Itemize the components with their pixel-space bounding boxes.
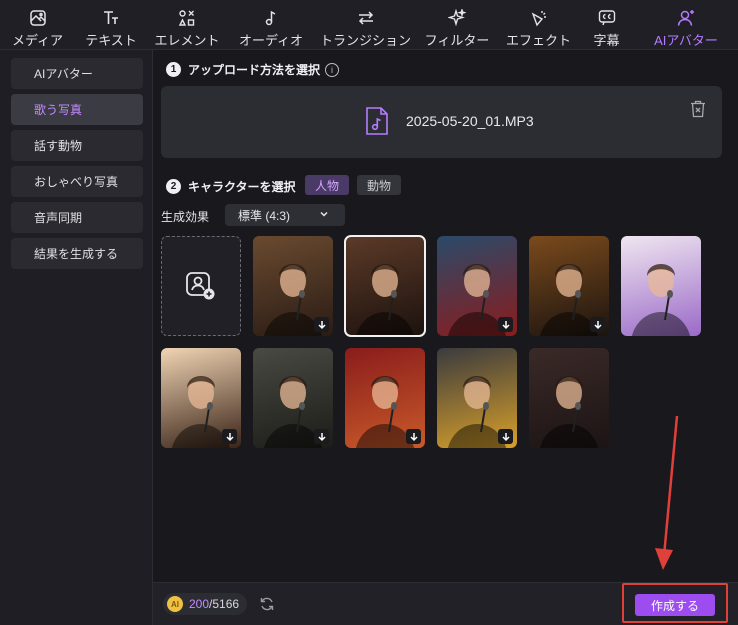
refresh-icon[interactable] bbox=[259, 596, 275, 612]
media-icon bbox=[27, 8, 49, 28]
sidebar-item-talking-photo[interactable]: おしゃべり写真 bbox=[11, 166, 143, 197]
trash-icon[interactable] bbox=[690, 100, 706, 118]
text-icon bbox=[100, 8, 122, 28]
file-name: 2025-05-20_01.MP3 bbox=[406, 113, 534, 129]
add-person-icon bbox=[186, 272, 215, 300]
tool-text[interactable]: テキスト bbox=[75, 0, 147, 50]
download-icon[interactable] bbox=[222, 429, 237, 444]
tab-person[interactable]: 人物 bbox=[305, 175, 350, 195]
singer-portrait bbox=[631, 264, 691, 336]
upload-step-title: アップロード方法を選択 bbox=[188, 63, 321, 77]
coin-icon: AI bbox=[167, 596, 183, 612]
upload-step-heading: 1 アップロード方法を選択 i bbox=[166, 61, 340, 78]
character-step-heading: 2 キャラクターを選択 bbox=[166, 178, 296, 195]
element-icon bbox=[176, 8, 198, 28]
step-number: 1 bbox=[166, 62, 181, 77]
audio-file-icon bbox=[366, 107, 388, 135]
character-step-title: キャラクターを選択 bbox=[188, 180, 296, 194]
download-icon[interactable] bbox=[498, 317, 513, 332]
character-tile-anime-girl-singer[interactable] bbox=[621, 236, 701, 336]
top-toolbar: メディア テキスト エレメント オーディオ トランジション フィルター エフェク… bbox=[0, 0, 738, 50]
step-number: 2 bbox=[166, 179, 181, 194]
character-tile-illustrated-woman[interactable] bbox=[161, 348, 241, 448]
character-tile-curly-boy-red[interactable] bbox=[345, 348, 425, 448]
credits-used: 200 bbox=[189, 597, 210, 611]
tool-audio[interactable]: オーディオ bbox=[227, 0, 315, 50]
filter-icon bbox=[446, 8, 468, 28]
sidebar-item-generate-result[interactable]: 結果を生成する bbox=[11, 238, 143, 269]
sidebar-item-label: 話す動物 bbox=[34, 139, 83, 153]
tool-media[interactable]: メディア bbox=[0, 0, 75, 50]
credit-counter: AI 200 /5166 bbox=[163, 593, 248, 615]
download-icon[interactable] bbox=[590, 317, 605, 332]
effect-icon bbox=[528, 8, 550, 28]
sidebar-item-label: 音声同期 bbox=[34, 211, 83, 225]
character-tile-bearded-man-cap[interactable] bbox=[253, 348, 333, 448]
singer-portrait bbox=[539, 376, 599, 448]
download-icon[interactable] bbox=[498, 429, 513, 444]
create-button-highlight: 作成する bbox=[622, 583, 728, 623]
character-tile-teen-suit[interactable] bbox=[529, 348, 609, 448]
character-tile-boy-red-jacket[interactable] bbox=[437, 236, 517, 336]
credits-total: /5166 bbox=[209, 597, 240, 611]
character-tile-woman-bokeh-singer[interactable] bbox=[529, 236, 609, 336]
effect-label: 生成効果 bbox=[161, 210, 210, 224]
sidebar-item-lip-sync[interactable]: 音声同期 bbox=[11, 202, 143, 233]
download-icon[interactable] bbox=[406, 429, 421, 444]
tab-animal[interactable]: 動物 bbox=[357, 175, 402, 195]
download-icon[interactable] bbox=[314, 429, 329, 444]
character-tile-boy-hat-singer[interactable] bbox=[253, 236, 333, 336]
tool-ai-avatar[interactable]: AIアバター bbox=[634, 0, 738, 50]
ai-avatar-icon bbox=[675, 8, 697, 28]
tool-element[interactable]: エレメント bbox=[147, 0, 227, 50]
sidebar-item-label: 結果を生成する bbox=[34, 247, 119, 261]
tool-filter[interactable]: フィルター bbox=[416, 0, 498, 50]
sidebar-item-label: AIアバター bbox=[34, 67, 93, 81]
main-panel: 1 アップロード方法を選択 i 2025-05-20_01.MP3 2 キャラク… bbox=[153, 50, 738, 582]
download-icon[interactable] bbox=[314, 317, 329, 332]
audio-icon bbox=[260, 8, 282, 28]
bottom-bar: AI 200 /5166 作成する bbox=[153, 582, 738, 625]
sidebar-item-singing-photo[interactable]: 歌う写真 bbox=[11, 94, 143, 125]
effect-value: 標準 (4:3) bbox=[238, 208, 291, 223]
sidebar-item-label: 歌う写真 bbox=[34, 103, 83, 117]
character-tile-woman-bar-singer[interactable] bbox=[344, 235, 426, 337]
character-tile-blond-boy-yellow[interactable] bbox=[437, 348, 517, 448]
singer-portrait bbox=[355, 264, 415, 336]
chevron-down-icon bbox=[320, 211, 328, 217]
tool-effect[interactable]: エフェクト bbox=[498, 0, 579, 50]
subtitle-icon bbox=[596, 8, 618, 28]
uploaded-file-box[interactable]: 2025-05-20_01.MP3 bbox=[161, 86, 722, 158]
transition-icon bbox=[355, 8, 377, 28]
tool-subtitle[interactable]: 字幕 bbox=[579, 0, 634, 50]
create-button[interactable]: 作成する bbox=[635, 594, 715, 616]
add-character-button[interactable] bbox=[161, 236, 241, 336]
sidebar-item-talking-animal[interactable]: 話す動物 bbox=[11, 130, 143, 161]
sidebar-item-ai-avatar[interactable]: AIアバター bbox=[11, 58, 143, 89]
info-icon[interactable]: i bbox=[325, 62, 340, 77]
tool-transition[interactable]: トランジション bbox=[315, 0, 416, 50]
sidebar-item-label: おしゃべり写真 bbox=[34, 175, 119, 189]
effect-select[interactable]: 標準 (4:3) bbox=[225, 204, 345, 226]
sidebar: AIアバター 歌う写真 話す動物 おしゃべり写真 音声同期 結果を生成する bbox=[0, 50, 153, 625]
